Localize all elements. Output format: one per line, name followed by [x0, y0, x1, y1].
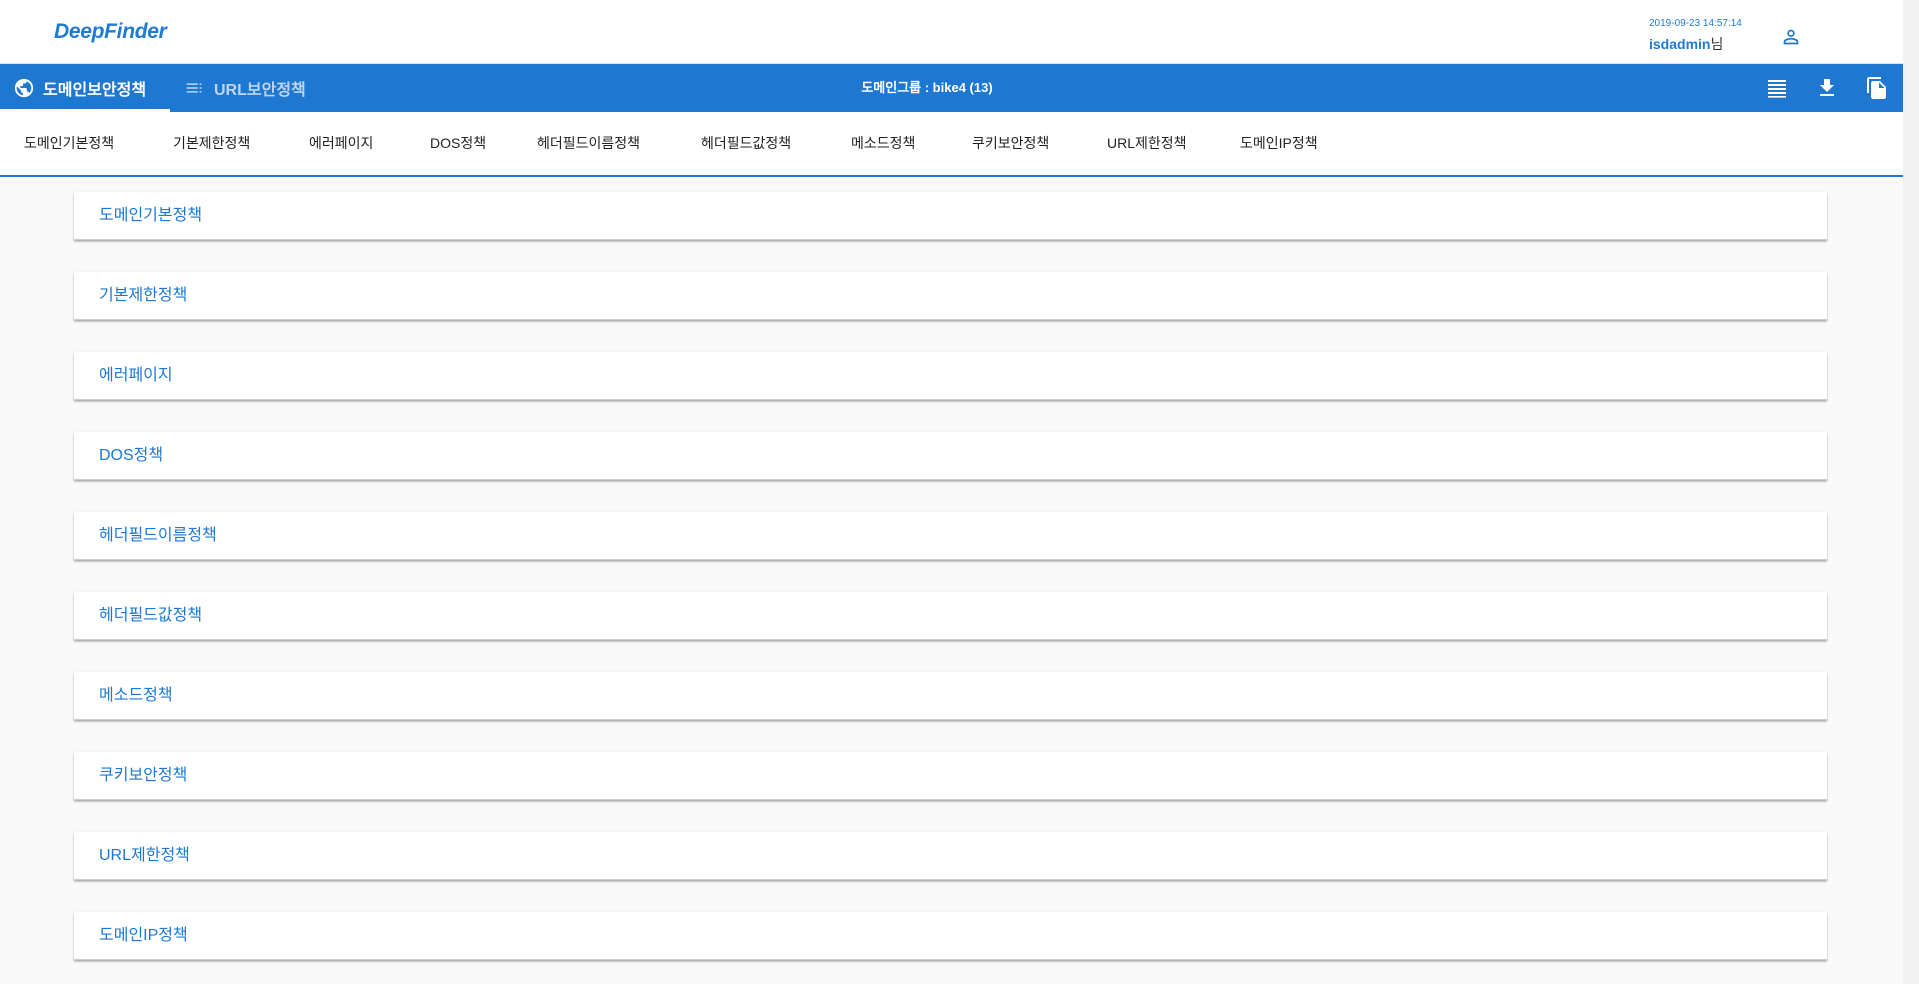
- section-url-restriction-policy[interactable]: URL제한정책: [74, 832, 1827, 880]
- section-header-field-name-policy[interactable]: 헤더필드이름정책: [74, 512, 1827, 560]
- download-icon[interactable]: [1815, 76, 1839, 100]
- user-account-icon[interactable]: [1780, 26, 1802, 48]
- tab-dos-policy[interactable]: DOS정책: [430, 112, 486, 175]
- section-title: 메소드정책: [99, 687, 173, 704]
- policy-tabs: 도메인기본정책 기본제한정책 에러페이지 DOS정책 헤더필드이름정책 헤더필드…: [0, 112, 1903, 177]
- section-domain-ip-policy[interactable]: 도메인IP정책: [74, 912, 1827, 960]
- section-domain-basic-policy[interactable]: 도메인기본정책: [74, 192, 1827, 240]
- section-title: 쿠키보안정책: [99, 767, 188, 784]
- username: isdadmin: [1649, 36, 1711, 52]
- section-title: 헤더필드이름정책: [99, 527, 217, 544]
- tab-cookie-security-policy[interactable]: 쿠키보안정책: [972, 112, 1049, 175]
- section-title: 도메인IP정책: [99, 927, 188, 944]
- section-method-policy[interactable]: 메소드정책: [74, 672, 1827, 720]
- tab-error-page[interactable]: 에러페이지: [309, 112, 373, 175]
- username-line: isdadmin님: [1649, 34, 1742, 54]
- section-title: 헤더필드값정책: [99, 607, 203, 624]
- tab-url-security-policy[interactable]: URL보안정책: [184, 64, 306, 112]
- app-header: DeepFinder 2019-09-23 14:57:14 isdadmin님: [0, 0, 1903, 64]
- section-error-page[interactable]: 에러페이지: [74, 352, 1827, 400]
- tab-label: 도메인보안정책: [43, 82, 147, 99]
- tab-method-policy[interactable]: 메소드정책: [851, 112, 915, 175]
- user-info: 2019-09-23 14:57:14 isdadmin님: [1649, 18, 1742, 54]
- tab-domain-basic-policy[interactable]: 도메인기본정책: [24, 112, 114, 175]
- section-dos-policy[interactable]: DOS정책: [74, 432, 1827, 480]
- current-datetime: 2019-09-23 14:57:14: [1649, 18, 1742, 29]
- section-cookie-security-policy[interactable]: 쿠키보안정책: [74, 752, 1827, 800]
- tab-domain-ip-policy[interactable]: 도메인IP정책: [1240, 112, 1318, 175]
- section-title: 기본제한정책: [99, 287, 188, 304]
- tab-header-field-value-policy[interactable]: 헤더필드값정책: [701, 112, 791, 175]
- section-basic-restriction-policy[interactable]: 기본제한정책: [74, 272, 1827, 320]
- section-title: 도메인기본정책: [99, 207, 203, 224]
- section-title: 에러페이지: [99, 367, 173, 384]
- policy-toolbar: 도메인그룹 : bike4 (13) 도메인보안정책 URL보안정책: [0, 64, 1903, 112]
- app-logo[interactable]: DeepFinder: [54, 20, 167, 44]
- copy-icon[interactable]: [1865, 76, 1889, 100]
- section-title: DOS정책: [99, 447, 164, 464]
- tab-domain-security-policy[interactable]: 도메인보안정책: [0, 64, 170, 112]
- section-title: URL제한정책: [99, 847, 190, 864]
- list-view-icon[interactable]: [1765, 76, 1789, 100]
- list-icon: [184, 77, 206, 99]
- tab-header-field-name-policy[interactable]: 헤더필드이름정책: [537, 112, 640, 175]
- tab-basic-restriction-policy[interactable]: 기본제한정책: [173, 112, 250, 175]
- globe-icon: [13, 77, 35, 99]
- username-honorific: 님: [1710, 36, 1724, 52]
- section-header-field-value-policy[interactable]: 헤더필드값정책: [74, 592, 1827, 640]
- tab-url-restriction-policy[interactable]: URL제한정책: [1107, 112, 1187, 175]
- tab-label: URL보안정책: [214, 82, 306, 99]
- vertical-scrollbar[interactable]: [1903, 0, 1919, 984]
